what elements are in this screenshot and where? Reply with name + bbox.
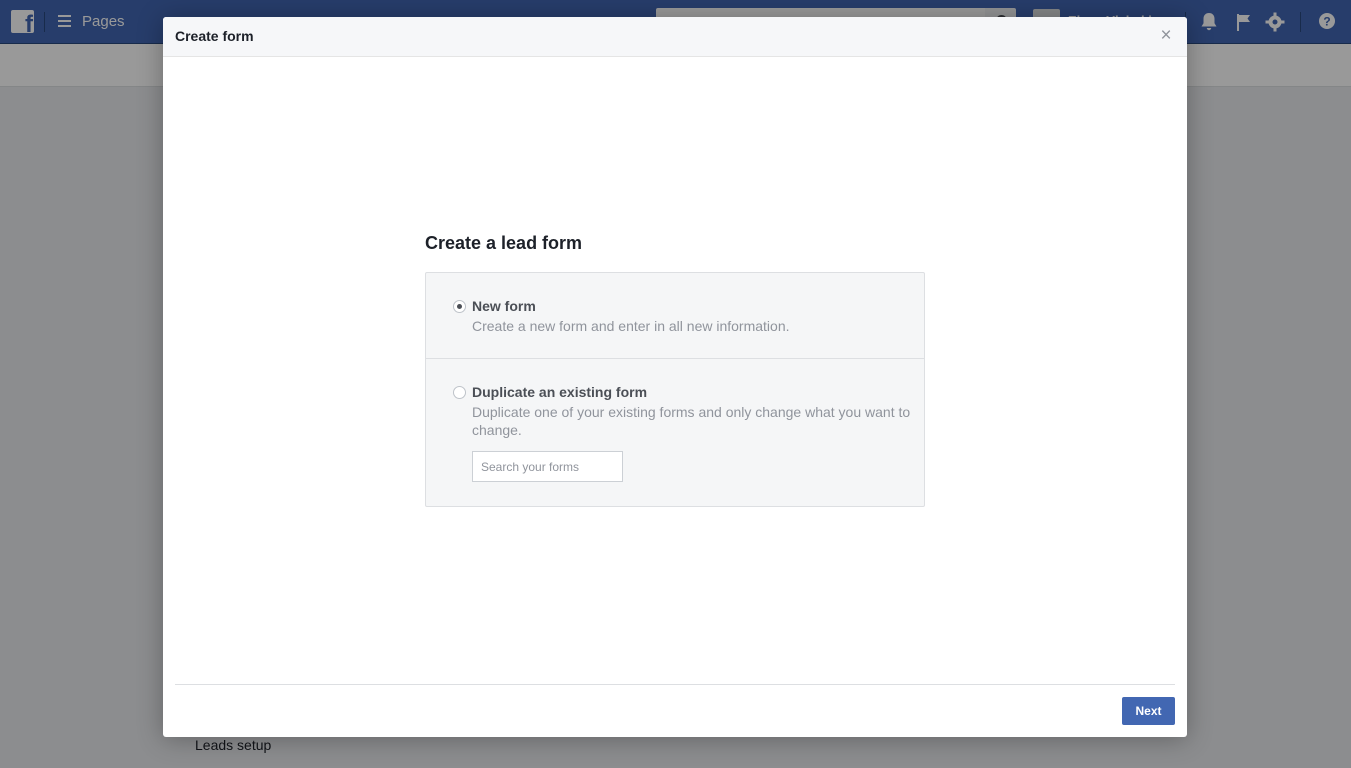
option-description: Create a new form and enter in all new i… <box>472 318 790 334</box>
option-title[interactable]: New form <box>472 298 536 314</box>
radio-duplicate-form[interactable] <box>453 386 466 399</box>
dialog-title: Create form <box>175 28 254 44</box>
close-icon[interactable]: × <box>1157 26 1175 46</box>
next-button[interactable]: Next <box>1122 697 1175 725</box>
option-duplicate-form[interactable]: Duplicate an existing form Duplicate one… <box>426 359 924 506</box>
create-form-dialog: Create form × Create a lead form New for… <box>163 17 1187 737</box>
dialog-header: Create form × <box>163 17 1187 57</box>
form-type-options: New form Create a new form and enter in … <box>425 272 925 507</box>
divider <box>175 684 1175 685</box>
option-new-form[interactable]: New form Create a new form and enter in … <box>426 273 924 359</box>
page-title: Create a lead form <box>425 233 583 253</box>
radio-new-form[interactable] <box>453 300 466 313</box>
option-title[interactable]: Duplicate an existing form <box>472 384 647 400</box>
option-description: Duplicate one of your existing forms and… <box>472 404 911 438</box>
search-forms-input[interactable] <box>472 451 623 482</box>
